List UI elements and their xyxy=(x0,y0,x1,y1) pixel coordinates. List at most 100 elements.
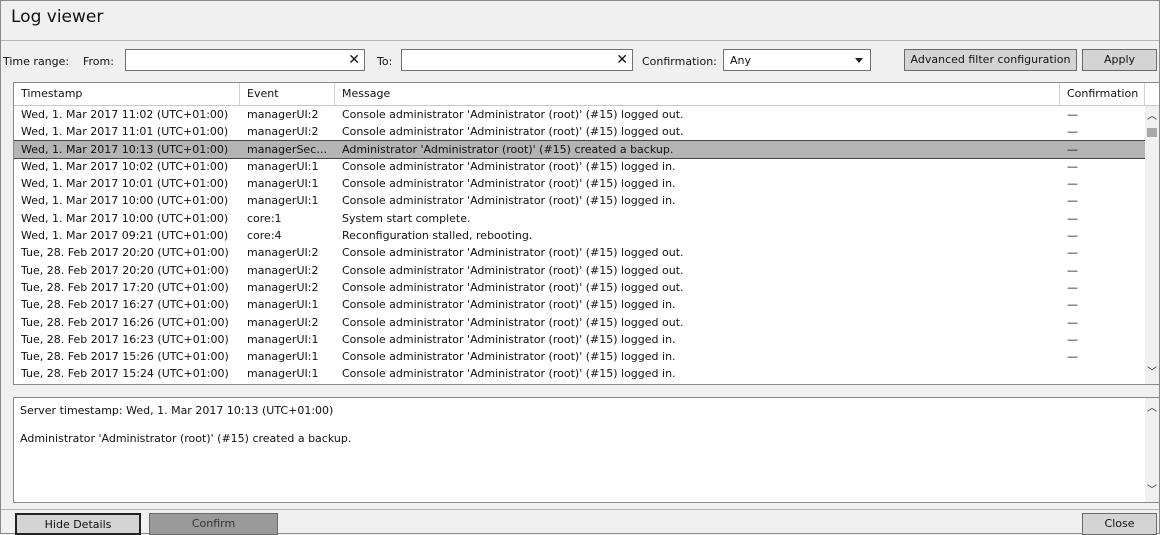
table-row[interactable]: Tue, 28. Feb 2017 17:20 (UTC+01:00) manag… xyxy=(14,279,1145,296)
cell-message: Console administrator 'Administrator (ro… xyxy=(342,125,684,139)
cell-confirmation: — xyxy=(1067,280,1078,294)
cell-message: Console administrator 'Administrator (ro… xyxy=(342,298,676,312)
table-row[interactable]: Tue, 28. Feb 2017 15:26 (UTC+01:00) manag… xyxy=(14,348,1145,365)
cell-timestamp: Tue, 28. Feb 2017 16:23 (UTC+01:00) xyxy=(21,332,229,346)
table-row[interactable]: Tue, 28. Feb 2017 16:26 (UTC+01:00) manag… xyxy=(14,314,1145,331)
cell-confirmation: — xyxy=(1067,229,1078,243)
cell-event: managerUI:2 xyxy=(247,246,319,260)
scroll-up-icon[interactable]: ︿ xyxy=(1147,112,1157,122)
cell-message: Console administrator 'Administrator (ro… xyxy=(342,159,676,173)
to-field[interactable]: ✕ xyxy=(401,49,633,71)
details-pane: Server timestamp: Wed, 1. Mar 2017 10:13… xyxy=(13,397,1160,503)
cell-message: Reconfiguration stalled, rebooting. xyxy=(342,229,533,243)
cell-message: Administrator 'Administrator (root)' (#1… xyxy=(342,142,674,156)
cell-event: managerUI:1 xyxy=(247,159,319,173)
cell-timestamp: Wed, 1. Mar 2017 11:01 (UTC+01:00) xyxy=(21,125,229,139)
column-header-message[interactable]: Message xyxy=(335,83,1060,105)
table-row[interactable]: Wed, 1. Mar 2017 10:02 (UTC+01:00) manage… xyxy=(14,158,1145,175)
cell-message: Console administrator 'Administrator (ro… xyxy=(342,350,676,364)
apply-button[interactable]: Apply xyxy=(1082,49,1157,71)
bottom-divider xyxy=(1,509,1159,510)
column-header-event[interactable]: Event xyxy=(240,83,335,105)
cell-confirmation: — xyxy=(1067,263,1078,277)
hide-details-button[interactable]: Hide Details xyxy=(15,513,141,535)
cell-event: managerUI:2 xyxy=(247,108,319,121)
cell-message: Console administrator 'Administrator (ro… xyxy=(342,177,676,191)
table-row[interactable]: Wed, 1. Mar 2017 11:02 (UTC+01:00) manage… xyxy=(14,106,1145,123)
cell-event: managerUI:1 xyxy=(247,332,319,346)
cell-message: Console administrator 'Administrator (ro… xyxy=(342,246,684,260)
cell-confirmation: — xyxy=(1067,159,1078,173)
to-label: To: xyxy=(377,55,393,68)
cell-timestamp: Tue, 28. Feb 2017 16:26 (UTC+01:00) xyxy=(21,315,229,329)
table-row[interactable]: Wed, 1. Mar 2017 10:01 (UTC+01:00) manage… xyxy=(14,175,1145,192)
clear-icon[interactable]: ✕ xyxy=(348,52,360,68)
cell-event: managerUI:2 xyxy=(247,125,319,139)
table-row[interactable]: Tue, 28. Feb 2017 16:23 (UTC+01:00) manag… xyxy=(14,331,1145,348)
cell-timestamp: Wed, 1. Mar 2017 10:02 (UTC+01:00) xyxy=(21,159,229,173)
table-row[interactable]: Wed, 1. Mar 2017 10:00 (UTC+01:00) core:1… xyxy=(14,210,1145,227)
from-input[interactable] xyxy=(126,50,364,70)
clear-icon[interactable]: ✕ xyxy=(616,52,628,68)
title-divider xyxy=(1,40,1159,41)
confirmation-select[interactable]: Any xyxy=(723,49,871,71)
window-title: Log viewer xyxy=(11,7,104,27)
cell-confirmation: — xyxy=(1067,350,1078,364)
column-header-timestamp[interactable]: Timestamp xyxy=(14,83,240,105)
cell-message: Console administrator 'Administrator (ro… xyxy=(342,194,676,208)
cell-confirmation: — xyxy=(1067,315,1078,329)
cell-confirmation: — xyxy=(1067,177,1078,191)
detail-message: Administrator 'Administrator (root)' (#1… xyxy=(20,432,352,445)
table-row[interactable]: Tue, 28. Feb 2017 16:27 (UTC+01:00) manag… xyxy=(14,296,1145,313)
cell-message: Console administrator 'Administrator (ro… xyxy=(342,263,684,277)
cell-event: managerUI:1 xyxy=(247,177,319,191)
cell-event: managerUI:1 xyxy=(247,194,319,208)
cell-event: managerUI:1 xyxy=(247,367,319,381)
log-table: Timestamp Event Message Confirmation Wed… xyxy=(13,82,1160,385)
cell-message: System start complete. xyxy=(342,211,471,225)
time-range-label: Time range: xyxy=(3,55,70,68)
cell-timestamp: Wed, 1. Mar 2017 10:00 (UTC+01:00) xyxy=(21,211,229,225)
cell-timestamp: Wed, 1. Mar 2017 10:01 (UTC+01:00) xyxy=(21,177,229,191)
advanced-filter-button[interactable]: Advanced filter configuration xyxy=(904,49,1077,71)
cell-event: managerUI:2 xyxy=(247,263,319,277)
table-row[interactable]: Tue, 28. Feb 2017 20:20 (UTC+01:00) manag… xyxy=(14,262,1145,279)
cell-confirmation: — xyxy=(1067,211,1078,225)
cell-message: Console administrator 'Administrator (ro… xyxy=(342,367,676,381)
cell-event: managerUI:1 xyxy=(247,350,319,364)
scroll-up-icon[interactable]: ︿ xyxy=(1147,404,1157,414)
table-row[interactable]: Tue, 28. Feb 2017 15:24 (UTC+01:00) manag… xyxy=(14,365,1145,382)
details-scrollbar[interactable]: ︿ ﹀ xyxy=(1145,398,1159,502)
from-label: From: xyxy=(83,55,114,68)
cell-confirmation: — xyxy=(1067,332,1078,346)
cell-event: core:1 xyxy=(247,211,282,225)
confirmation-value: Any xyxy=(730,54,752,67)
cell-event: core:4 xyxy=(247,229,282,243)
confirm-button[interactable]: Confirm xyxy=(149,513,278,535)
scroll-down-icon[interactable]: ﹀ xyxy=(1147,486,1157,496)
cell-confirmation: — xyxy=(1067,194,1078,208)
table-row[interactable]: Wed, 1. Mar 2017 10:00 (UTC+01:00) manage… xyxy=(14,192,1145,209)
to-input[interactable] xyxy=(402,50,632,70)
scroll-down-icon[interactable]: ﹀ xyxy=(1147,368,1157,378)
column-header-confirmation[interactable]: Confirmation xyxy=(1060,83,1145,105)
table-row[interactable]: Wed, 1. Mar 2017 09:21 (UTC+01:00) core:4… xyxy=(14,227,1145,244)
table-row[interactable]: Wed, 1. Mar 2017 11:01 (UTC+01:00) manage… xyxy=(14,123,1145,140)
cell-timestamp: Tue, 28. Feb 2017 15:24 (UTC+01:00) xyxy=(21,367,229,381)
cell-message: Console administrator 'Administrator (ro… xyxy=(342,280,684,294)
cell-event: managerUI:2 xyxy=(247,315,319,329)
log-viewer-window: Log viewer Time range: From: ✕ To: ✕ Con… xyxy=(0,0,1160,535)
from-field[interactable]: ✕ xyxy=(125,49,365,71)
cell-timestamp: Tue, 28. Feb 2017 17:20 (UTC+01:00) xyxy=(21,280,229,294)
cell-message: Console administrator 'Administrator (ro… xyxy=(342,108,684,121)
scrollbar-thumb[interactable] xyxy=(1147,128,1157,137)
cell-event: managerSecur... xyxy=(247,142,332,156)
table-row[interactable]: Tue, 28. Feb 2017 20:20 (UTC+01:00) manag… xyxy=(14,244,1145,261)
close-button[interactable]: Close xyxy=(1082,513,1157,535)
cell-timestamp: Wed, 1. Mar 2017 09:21 (UTC+01:00) xyxy=(21,229,229,243)
filter-bar: Time range: From: ✕ To: ✕ Confirmation: … xyxy=(1,48,1159,74)
cell-timestamp: Tue, 28. Feb 2017 15:26 (UTC+01:00) xyxy=(21,350,229,364)
chevron-down-icon xyxy=(855,58,863,63)
table-row[interactable]: Wed, 1. Mar 2017 10:13 (UTC+01:00) manage… xyxy=(14,139,1146,159)
table-scrollbar[interactable]: ︿ ﹀ xyxy=(1145,106,1159,384)
